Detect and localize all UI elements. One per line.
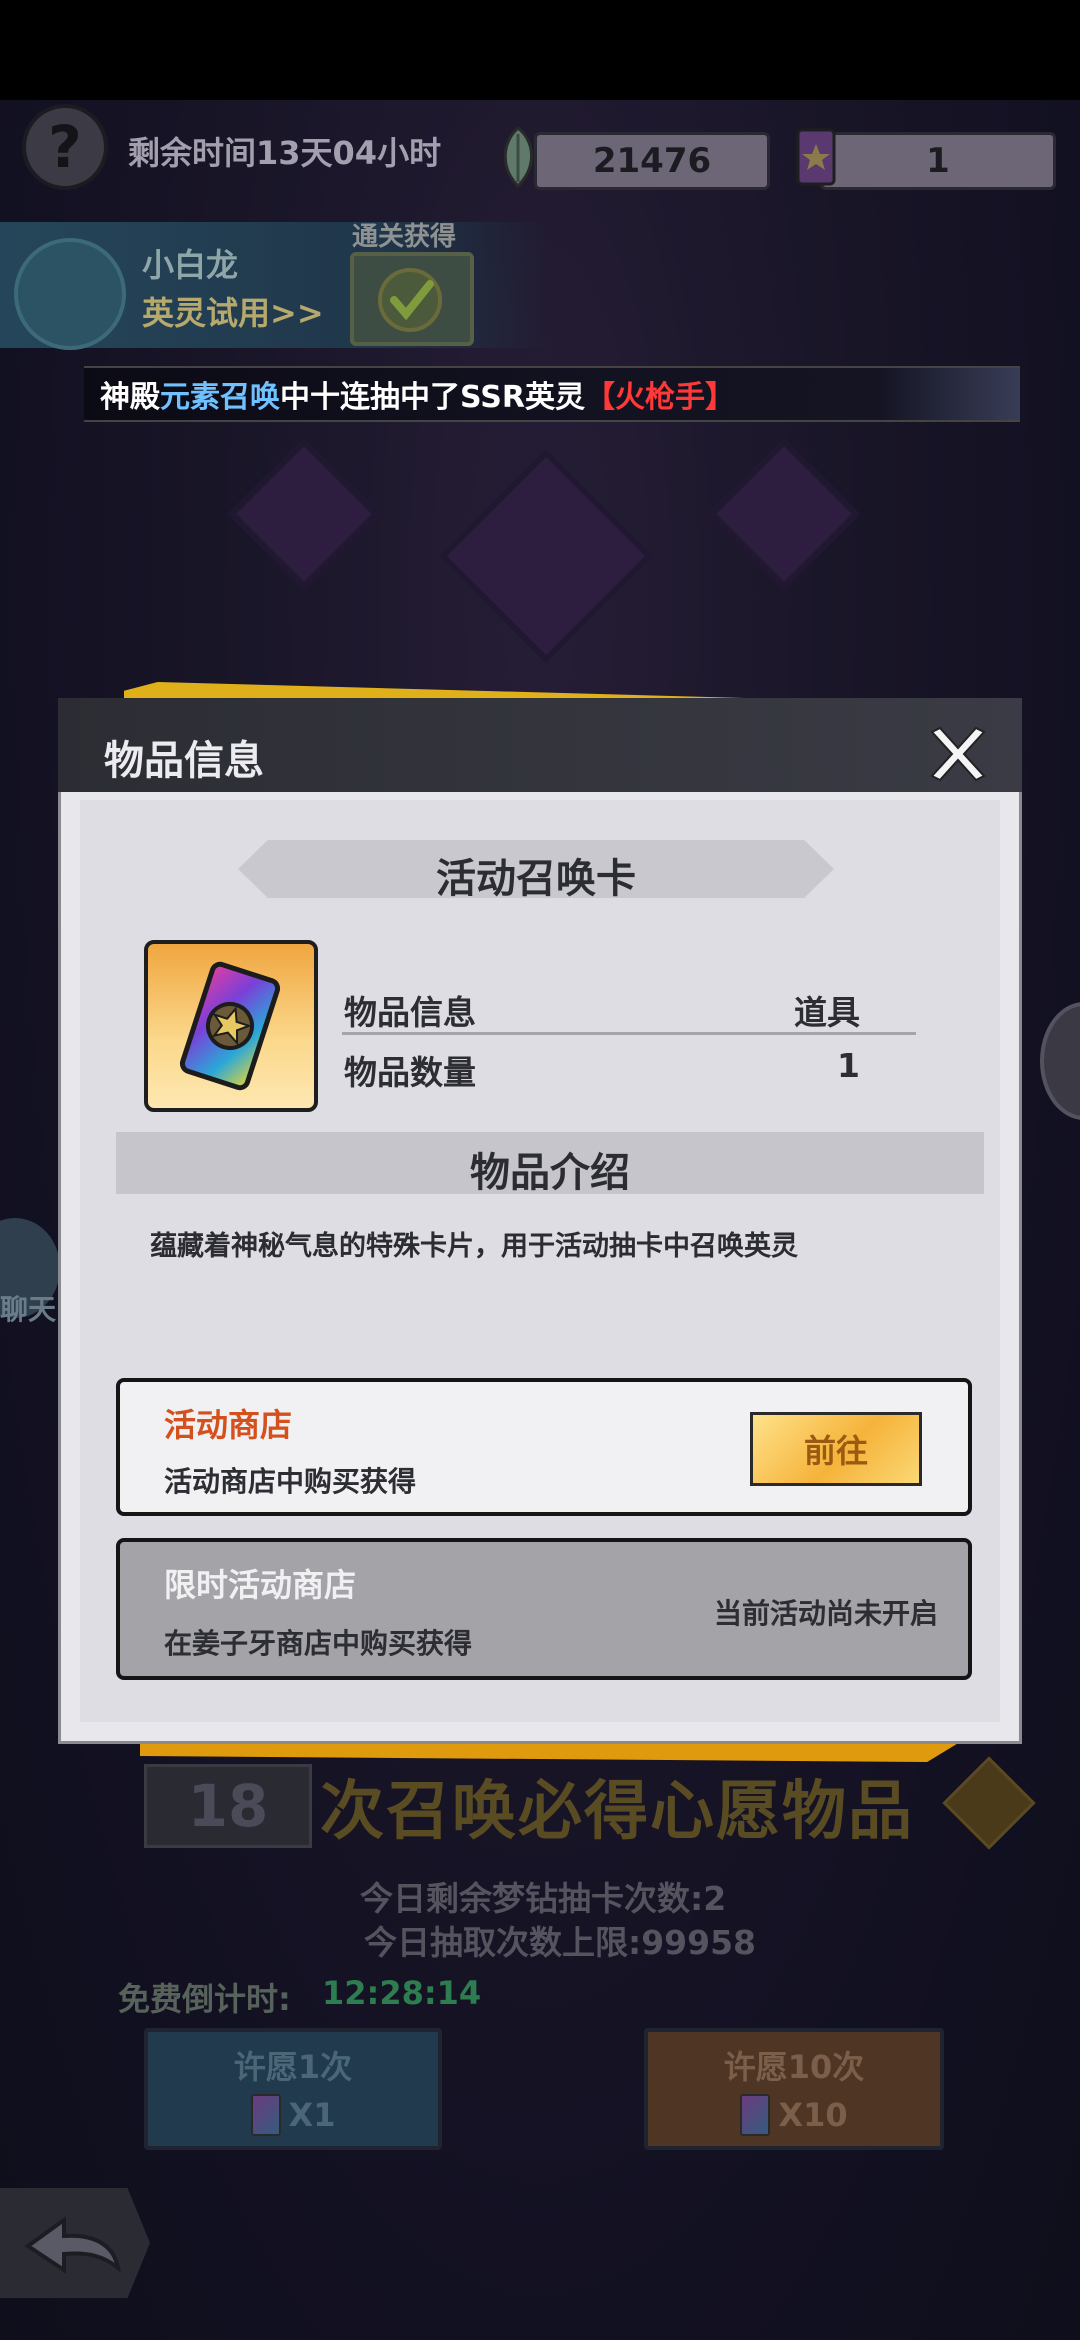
item-type-label: 物品信息 [344,993,476,1032]
source-description: 活动商店中购买获得 [164,1465,417,1498]
source-name: 活动商店 [164,1406,293,1444]
summon-card-icon [250,2094,281,2136]
feather-gem-icon [503,126,533,188]
ticker-message: 神殿元素召唤中十连抽中了SSR英灵【火枪手】 [100,372,735,416]
ticker-prefix: 神殿 [100,380,160,415]
free-countdown-value: 12:28:14 [322,1974,482,2012]
chat-label: 聊天 [0,1293,57,1326]
close-button[interactable] [926,722,990,786]
help-button[interactable]: ? [22,104,108,190]
source-status: 当前活动尚未开启 [714,1597,939,1630]
row-divider [342,1032,916,1035]
ticker-hero: 【火枪手】 [584,380,735,415]
back-button[interactable] [0,2188,150,2298]
daily-remaining-draws: 今日剩余梦钻抽卡次数:2 [360,1879,727,1918]
checkmark-icon [378,268,442,332]
wish-counter: 18 [144,1764,312,1848]
goto-button[interactable]: 前往 [750,1412,922,1486]
item-count-value: 1 [837,1046,860,1085]
trial-hero-name: 小白龙 [142,246,239,284]
clear-reward-slot[interactable] [350,252,474,346]
ticker-middle: 中十连抽中了SSR英灵 [280,380,585,415]
summon-card-icon [796,128,836,186]
wish-1-button[interactable]: 许愿1次 X1 [144,2028,442,2150]
item-count-label: 物品数量 [344,1053,476,1092]
summon-card-icon [740,2094,771,2136]
source-description: 在姜子牙商店中购买获得 [164,1627,473,1660]
wish-guarantee-text: 次召唤必得心愿物品 [320,1775,914,1849]
close-icon [930,726,986,782]
item-intro-title: 物品介绍 [470,1150,630,1196]
hero-trial-link[interactable]: 英灵试用>> [142,288,324,334]
daily-draw-limit: 今日抽取次数上限:99958 [364,1923,757,1962]
free-countdown-label: 免费倒计时: [118,1980,291,2018]
summon-card-icon [179,961,281,1091]
item-description: 蕴藏着神秘气息的特殊卡片，用于活动抽卡中召唤英灵 [150,1231,798,1262]
dialog-title: 物品信息 [104,738,264,784]
clear-reward-label: 通关获得 [352,222,457,252]
ticker-summon-type: 元素召唤 [160,380,280,415]
hero-emblem-icon [14,238,126,350]
back-arrow-icon [24,2216,121,2274]
question-icon: ? [48,113,82,181]
source-name: 限时活动商店 [164,1566,357,1604]
summon-card-counter: 1 [820,132,1056,190]
gem-counter: 21476 [534,132,770,190]
item-type-value: 道具 [794,993,860,1032]
wish-10-button[interactable]: 许愿10次 X10 [644,2028,944,2150]
item-name: 活动召唤卡 [436,856,636,902]
remaining-time: 剩余时间13天04小时 [128,134,442,172]
